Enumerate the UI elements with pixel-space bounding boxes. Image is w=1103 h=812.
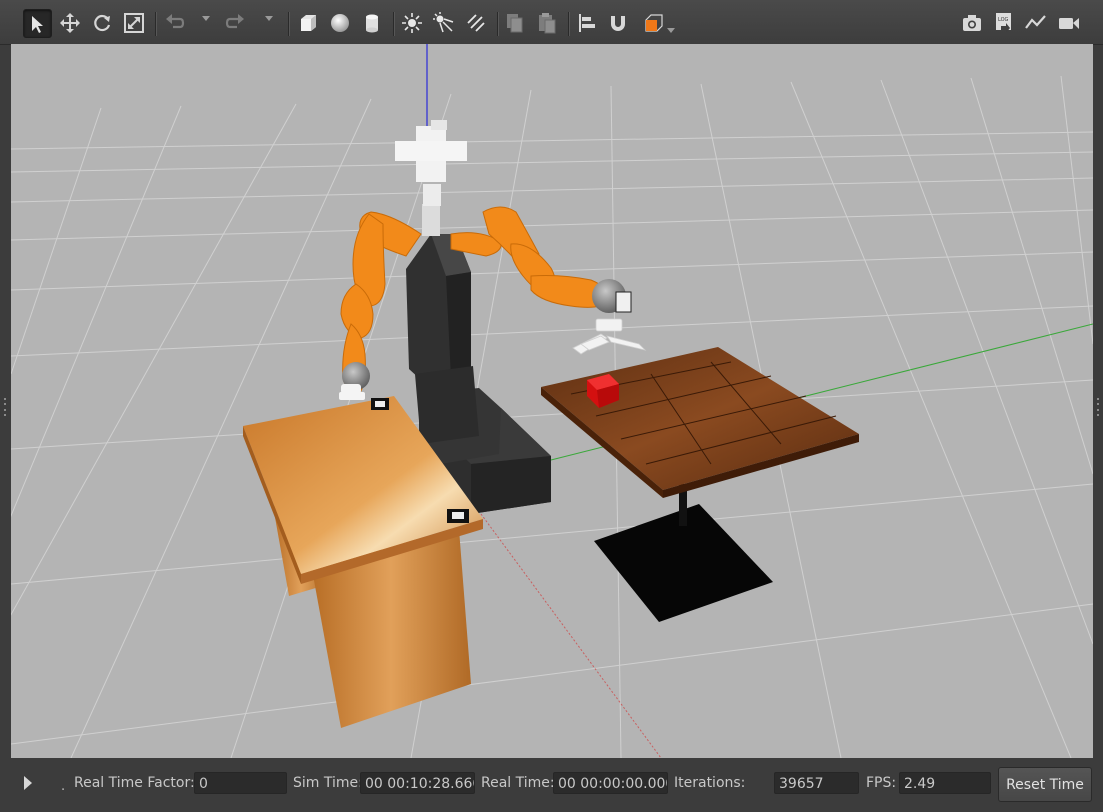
robot-head[interactable] [395, 120, 467, 236]
video-button[interactable] [1055, 9, 1083, 37]
log-button[interactable]: LOG [990, 9, 1018, 37]
directional-light-icon [467, 14, 485, 32]
magnet-icon [611, 16, 625, 31]
redo-icon [225, 14, 244, 29]
point-light-button[interactable] [398, 9, 426, 37]
robot-torso[interactable] [406, 234, 479, 444]
spot-light-button[interactable] [430, 9, 458, 37]
box-shape-button[interactable] [294, 9, 322, 37]
log-icon: LOG [996, 13, 1011, 33]
status-dot: . [61, 779, 66, 794]
scale-icon [124, 13, 144, 33]
rotate-mode-button[interactable] [88, 9, 116, 37]
right-wrist-marker [615, 291, 632, 313]
sphere-shape-button[interactable] [326, 9, 354, 37]
select-mode-button[interactable] [23, 9, 52, 38]
sim-time-label: Sim Time: [293, 775, 363, 791]
undo-icon [166, 14, 185, 29]
toolbar: LOG [0, 0, 1103, 45]
video-icon [1059, 18, 1079, 29]
left-panel-handle[interactable] [4, 398, 6, 416]
screenshot-button[interactable] [958, 9, 986, 37]
play-icon[interactable] [24, 776, 32, 790]
redo-button[interactable] [222, 9, 250, 37]
paste-button[interactable] [533, 9, 561, 37]
iterations-label: Iterations: [674, 775, 746, 791]
copy-icon [507, 14, 523, 33]
sphere-icon [331, 14, 349, 32]
toolbar-separator [497, 12, 498, 36]
toolbar-separator [393, 12, 394, 36]
right-panel-handle[interactable] [1097, 398, 1099, 416]
log-icon-label: LOG [998, 17, 1009, 23]
status-bar: . Real Time Factor: 0 Sim Time: 00 00:10… [11, 762, 1093, 806]
view-angle-chevron-down-icon[interactable] [667, 28, 675, 33]
copy-button[interactable] [501, 9, 529, 37]
plot-icon [1025, 15, 1046, 29]
real-time-field: 00 00:00:00.000 [553, 772, 668, 794]
point-light-icon [402, 13, 422, 33]
cylinder-icon [366, 14, 378, 33]
toolbar-separator [288, 12, 289, 36]
move-arrows-icon [60, 13, 80, 33]
iterations-field: 39657 [774, 772, 859, 794]
ground-grid [11, 75, 1093, 758]
sim-time-field: 00 00:10:28.666 [360, 772, 475, 794]
right-gripper [572, 318, 647, 355]
directional-light-button[interactable] [462, 9, 490, 37]
translate-mode-button[interactable] [56, 9, 84, 37]
rotate-icon [94, 14, 111, 32]
camera-icon [963, 15, 981, 31]
scene-render [11, 44, 1093, 758]
scale-mode-button[interactable] [120, 9, 148, 37]
fps-field: 2.49 [899, 772, 991, 794]
view-angle-button[interactable] [639, 9, 667, 37]
paste-icon [539, 13, 556, 34]
toolbar-separator [568, 12, 569, 36]
plot-button[interactable] [1022, 9, 1050, 37]
real-time-label: Real Time: [481, 775, 555, 791]
3d-viewport[interactable] [11, 44, 1093, 758]
fps-label: FPS: [866, 775, 897, 791]
snap-button[interactable] [604, 9, 632, 37]
undo-history-chevron-down-icon[interactable] [202, 16, 210, 21]
box-icon [301, 15, 316, 31]
view-angle-icon [645, 14, 663, 32]
robot-right-arm[interactable] [450, 206, 610, 308]
real-time-factor-field: 0 [194, 772, 287, 794]
real-time-factor-label: Real Time Factor: [74, 775, 195, 791]
redo-history-chevron-down-icon[interactable] [265, 16, 273, 21]
align-button[interactable] [573, 9, 601, 37]
reset-time-button[interactable]: Reset Time [998, 767, 1092, 802]
toolbar-separator [155, 12, 156, 36]
arrow-cursor-icon [31, 15, 43, 33]
align-icon [579, 14, 595, 32]
cylinder-shape-button[interactable] [358, 9, 386, 37]
undo-button[interactable] [160, 9, 188, 37]
spot-light-icon [433, 12, 454, 33]
